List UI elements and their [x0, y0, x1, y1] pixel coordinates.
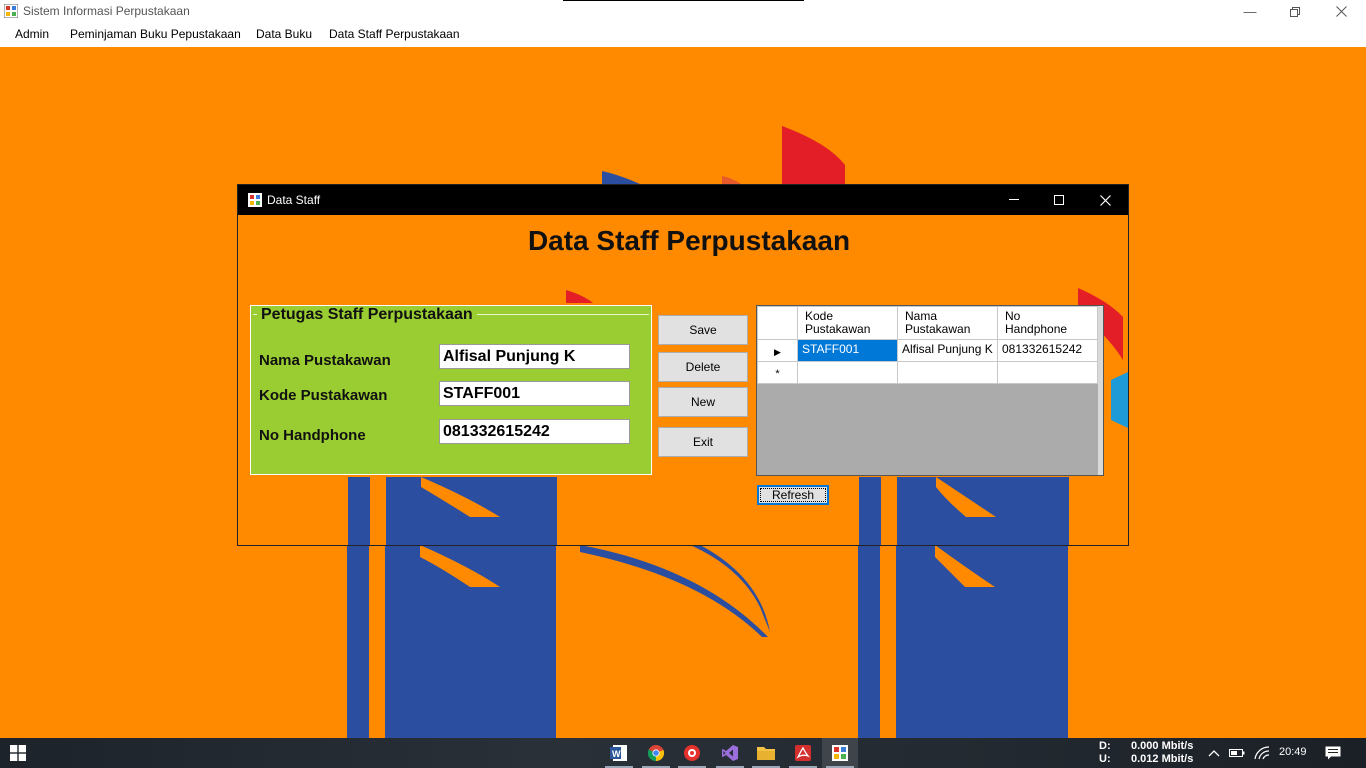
new-row[interactable]: * — [757, 361, 1098, 384]
groupbox-title: Petugas Staff Perpustakaan — [257, 306, 477, 324]
child-minimize-button[interactable] — [991, 185, 1037, 215]
taskbar: W D: U: 0.000 Mbit/s 0.012 Mbit/s 20:49 — [0, 738, 1366, 768]
column-header-nama[interactable]: Nama Pustakawan — [897, 306, 998, 340]
windows-start-icon — [10, 745, 26, 761]
minimize-icon: — — [1243, 4, 1257, 19]
network-labels: D: U: — [1099, 740, 1111, 766]
taskbar-word[interactable]: W — [601, 738, 637, 768]
app-form-icon — [832, 745, 848, 761]
data-staff-window: Data Staff Data Staff Perpustakaan Petug… — [237, 184, 1129, 546]
column-header-kode-line2: Pustakawan — [805, 322, 871, 336]
child-title-bar: Data Staff — [238, 185, 1128, 215]
svg-text:W: W — [612, 749, 621, 759]
screen-recorder-icon — [684, 745, 700, 761]
restore-button[interactable] — [1272, 0, 1318, 23]
grid-header-row: Kode Pustakawan Nama Pustakawan No Handphon… — [757, 306, 1098, 340]
close-button[interactable] — [1318, 0, 1364, 23]
column-header-handphone[interactable]: No Handphone — [997, 306, 1098, 340]
nama-pustakawan-input[interactable] — [439, 344, 630, 369]
cell-handphone[interactable]: 081332615242 — [997, 339, 1098, 362]
kode-pustakawan-label: Kode Pustakawan — [259, 387, 388, 404]
nama-pustakawan-label: Nama Pustakawan — [259, 352, 391, 369]
kode-pustakawan-input[interactable] — [439, 381, 630, 406]
taskbar-chrome[interactable] — [638, 738, 674, 768]
no-handphone-input[interactable] — [439, 419, 630, 444]
column-header-nama-line2: Pustakawan — [905, 322, 971, 336]
current-row-arrow-icon: ▶ — [774, 346, 781, 357]
taskbar-app-form[interactable] — [822, 738, 858, 768]
refresh-button[interactable]: Refresh — [757, 485, 829, 505]
menu-data-buku[interactable]: Data Buku — [256, 27, 312, 41]
column-header-handphone-line2: Handphone — [1005, 322, 1068, 336]
upload-speed: 0.012 Mbit/s — [1131, 753, 1194, 765]
child-close-button[interactable] — [1082, 185, 1128, 215]
main-title-bar: Sistem Informasi Perpustakaan — — [0, 0, 1366, 23]
minimize-button[interactable]: — — [1227, 0, 1273, 23]
chrome-icon — [648, 745, 664, 761]
notifications-icon — [1325, 746, 1341, 760]
close-icon — [1099, 194, 1111, 206]
download-speed: 0.000 Mbit/s — [1131, 740, 1194, 752]
menu-data-staff[interactable]: Data Staff Perpustakaan — [329, 27, 460, 41]
main-window-title: Sistem Informasi Perpustakaan — [23, 4, 190, 18]
wifi-icon — [1254, 746, 1270, 760]
grid-corner-header[interactable] — [757, 306, 798, 340]
column-header-kode-line1: Kode — [805, 309, 834, 323]
top-indicator-line — [563, 0, 804, 1]
child-window-title: Data Staff — [267, 193, 321, 207]
new-button[interactable]: New — [658, 387, 748, 417]
word-icon: W — [610, 745, 627, 761]
tray-wifi[interactable] — [1254, 746, 1270, 760]
cell-nama[interactable]: Alfisal Punjung K — [897, 339, 998, 362]
app-icon — [3, 3, 19, 19]
file-explorer-icon — [757, 747, 775, 760]
no-handphone-label: No Handphone — [259, 427, 366, 444]
cell-nama[interactable] — [897, 361, 998, 384]
cell-kode[interactable] — [797, 361, 898, 384]
column-header-handphone-line1: No — [1005, 309, 1021, 323]
visual-studio-icon — [722, 745, 738, 761]
column-header-nama-line1: Nama — [905, 309, 938, 323]
form-heading: Data Staff Perpustakaan — [527, 225, 851, 256]
form-icon — [248, 193, 262, 207]
child-maximize-button[interactable] — [1036, 185, 1082, 215]
cell-kode[interactable]: STAFF001 — [797, 339, 898, 362]
row-selector[interactable]: * — [757, 361, 798, 384]
start-button[interactable] — [0, 738, 36, 768]
cell-handphone[interactable] — [997, 361, 1098, 384]
close-icon — [1335, 6, 1347, 17]
column-header-kode[interactable]: Kode Pustakawan — [797, 306, 898, 340]
upload-label: U: — [1099, 753, 1111, 765]
clock[interactable]: 20:49 — [1279, 746, 1307, 758]
taskbar-recorder[interactable] — [674, 738, 710, 768]
taskbar-file-explorer[interactable] — [748, 738, 784, 768]
staff-groupbox: Petugas Staff Perpustakaan Nama Pustakaw… — [250, 305, 652, 475]
row-selector[interactable]: ▶ — [757, 339, 798, 362]
restore-icon — [1290, 6, 1300, 17]
menu-admin[interactable]: Admin — [15, 27, 49, 41]
menu-bar: Admin Peminjaman Buku Pepustakaan Data B… — [0, 23, 1366, 47]
staff-data-grid[interactable]: Kode Pustakawan Nama Pustakawan No Handphon… — [756, 305, 1104, 476]
chevron-up-icon — [1208, 750, 1220, 757]
tray-overflow-button[interactable] — [1206, 746, 1222, 760]
acrobat-icon — [795, 745, 811, 761]
table-row[interactable]: ▶ STAFF001 Alfisal Punjung K 08133261524… — [757, 339, 1098, 362]
exit-button[interactable]: Exit — [658, 427, 748, 457]
download-label: D: — [1099, 740, 1111, 752]
delete-button[interactable]: Delete — [658, 352, 748, 382]
save-button[interactable]: Save — [658, 315, 748, 345]
action-center-button[interactable] — [1325, 746, 1341, 760]
grid-table: Kode Pustakawan Nama Pustakawan No Handphon… — [757, 306, 1098, 384]
new-row-asterisk-icon: * — [775, 367, 780, 380]
grid-scrollbar[interactable] — [1098, 306, 1103, 475]
network-speed: 0.000 Mbit/s 0.012 Mbit/s — [1131, 740, 1193, 766]
menu-peminjaman-buku[interactable]: Peminjaman Buku Pepustakaan — [70, 27, 241, 41]
taskbar-visual-studio[interactable] — [712, 738, 748, 768]
maximize-icon — [1054, 195, 1064, 205]
minimize-icon — [1009, 199, 1019, 200]
tray-battery[interactable] — [1229, 746, 1245, 760]
taskbar-acrobat[interactable] — [785, 738, 821, 768]
child-body: Data Staff Perpustakaan Petugas Staff Pe… — [238, 215, 1128, 545]
battery-icon — [1229, 749, 1245, 757]
